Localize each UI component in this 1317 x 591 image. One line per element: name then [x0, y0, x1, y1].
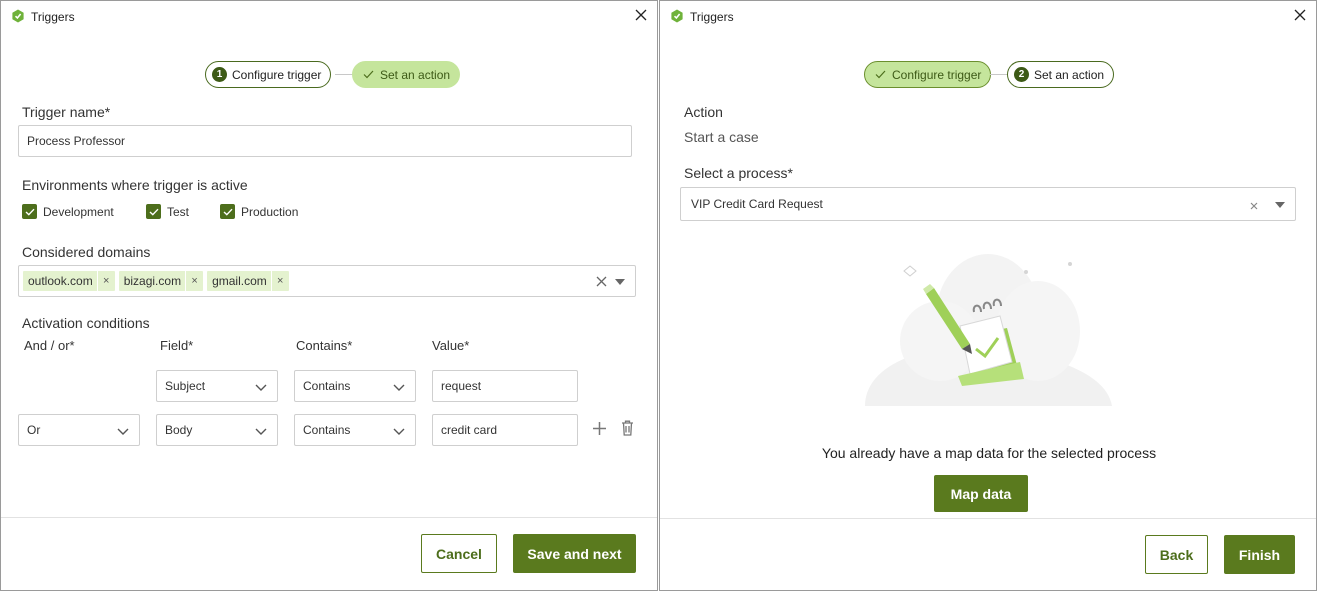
add-condition-icon[interactable]	[592, 421, 607, 436]
field-select-value: Subject	[165, 379, 206, 393]
map-data-button[interactable]: Map data	[934, 475, 1028, 512]
window-title: Triggers	[31, 10, 75, 24]
checkmark-icon	[875, 70, 886, 79]
operator-select-value: Contains	[303, 379, 351, 393]
column-header-value: Value*	[432, 338, 470, 353]
step-set-an-action[interactable]: 2 Set an action	[1007, 61, 1115, 88]
operator-select[interactable]: Contains	[294, 414, 416, 446]
finish-button[interactable]: Finish	[1224, 535, 1295, 574]
value-input[interactable]: credit card	[432, 414, 578, 446]
mapped-data-message: You already have a map data for the sele…	[821, 445, 1157, 461]
activation-conditions-label: Activation conditions	[22, 315, 150, 331]
close-icon[interactable]	[1292, 7, 1308, 23]
checkbox-production[interactable]: Production	[220, 204, 298, 219]
step-number: 2	[1014, 67, 1029, 82]
app-logo-icon	[671, 9, 683, 23]
configure-trigger-dialog: Triggers 1 Configure trigger Set an acti…	[0, 0, 658, 591]
checkbox-development[interactable]: Development	[22, 204, 114, 219]
remove-tag-icon[interactable]: ×	[270, 271, 289, 291]
title-bar: Triggers	[1, 1, 657, 33]
field-select[interactable]: Subject	[156, 370, 278, 402]
save-and-next-button[interactable]: Save and next	[513, 534, 636, 573]
domain-tag: outlook.com ×	[23, 271, 115, 291]
window-title: Triggers	[690, 10, 734, 24]
value-input-text: request	[441, 379, 482, 393]
checkmark-icon	[363, 70, 374, 79]
column-header-and-or: And / or*	[24, 338, 75, 353]
clear-all-icon[interactable]	[596, 276, 607, 287]
back-button[interactable]: Back	[1145, 535, 1208, 574]
column-header-field: Field*	[160, 338, 194, 353]
process-select[interactable]: VIP Credit Card Request	[680, 187, 1296, 221]
app-logo-icon	[12, 9, 24, 23]
step-set-an-action[interactable]: Set an action	[352, 61, 461, 88]
domain-tag: gmail.com ×	[207, 271, 289, 291]
field-select[interactable]: Body	[156, 414, 278, 446]
checkbox-label: Development	[43, 204, 114, 219]
title-bar: Triggers	[660, 1, 1316, 33]
domain-tag-label: bizagi.com	[123, 274, 182, 288]
select-process-label: Select a process*	[684, 165, 793, 181]
step-label: Set an action	[380, 67, 451, 82]
step-label: Configure trigger	[232, 67, 322, 82]
and-or-select-value: Or	[27, 423, 41, 437]
mapped-data-illustration	[865, 254, 1112, 406]
clear-icon[interactable]	[1250, 202, 1258, 210]
chevron-down-icon	[117, 428, 129, 435]
domain-tag-label: outlook.com	[28, 274, 93, 288]
checkbox-test[interactable]: Test	[146, 204, 189, 219]
checkbox-checked-icon	[220, 204, 235, 219]
delete-condition-icon[interactable]	[621, 420, 634, 436]
dropdown-caret-icon[interactable]	[615, 279, 625, 285]
value-input[interactable]: request	[432, 370, 578, 402]
column-header-contains: Contains*	[296, 338, 353, 353]
remove-tag-icon[interactable]: ×	[185, 271, 203, 291]
trigger-name-value: Process Professor	[27, 134, 126, 148]
step-label: Set an action	[1034, 67, 1105, 82]
trigger-name-label: Trigger name*	[22, 104, 111, 120]
set-action-dialog: Triggers Configure trigger 2 Set an acti…	[659, 0, 1317, 591]
checkbox-checked-icon	[22, 204, 37, 219]
dropdown-caret-icon[interactable]	[1275, 202, 1285, 208]
field-select-value: Body	[165, 423, 193, 437]
operator-select[interactable]: Contains	[294, 370, 416, 402]
action-label: Action	[684, 104, 723, 120]
checkbox-label: Production	[241, 204, 299, 219]
footer-divider	[1, 517, 657, 518]
footer-divider	[660, 518, 1316, 519]
cancel-button[interactable]: Cancel	[421, 534, 497, 573]
close-icon[interactable]	[633, 7, 649, 23]
value-input-text: credit card	[441, 423, 498, 437]
checkbox-checked-icon	[146, 204, 161, 219]
chevron-down-icon	[393, 428, 405, 435]
chevron-down-icon	[393, 384, 405, 391]
step-connector	[990, 74, 1008, 75]
domains-label: Considered domains	[22, 244, 151, 260]
checkbox-label: Test	[167, 204, 190, 219]
domain-tag: bizagi.com ×	[118, 271, 204, 291]
step-configure-trigger[interactable]: Configure trigger	[864, 61, 992, 88]
chevron-down-icon	[255, 384, 267, 391]
chevron-down-icon	[255, 428, 267, 435]
operator-select-value: Contains	[303, 423, 351, 437]
environments-label: Environments where trigger is active	[22, 177, 248, 193]
remove-tag-icon[interactable]: ×	[96, 271, 115, 291]
and-or-select[interactable]: Or	[18, 414, 140, 446]
process-select-value: VIP Credit Card Request	[691, 197, 823, 211]
trigger-name-input[interactable]: Process Professor	[18, 125, 632, 157]
domains-multiselect[interactable]: outlook.com × bizagi.com × gmail.com ×	[18, 265, 636, 297]
action-value: Start a case	[684, 129, 759, 145]
step-number: 1	[212, 67, 227, 82]
domain-tag-label: gmail.com	[212, 274, 267, 288]
step-configure-trigger[interactable]: 1 Configure trigger	[205, 61, 332, 88]
step-label: Configure trigger	[892, 67, 982, 82]
step-connector	[335, 74, 353, 75]
